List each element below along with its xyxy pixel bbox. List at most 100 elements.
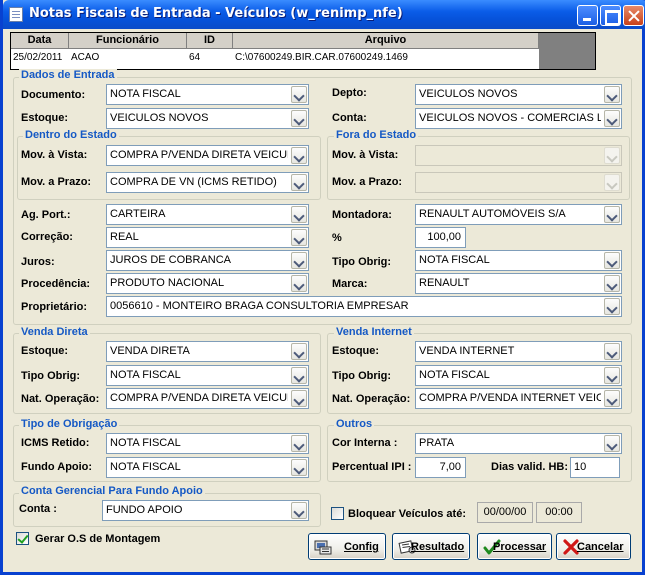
vi-nat-label: Nat. Operação: <box>332 393 411 405</box>
fora-vista-select <box>415 145 622 166</box>
vi-tipo-select[interactable]: NOTA FISCAL <box>415 365 622 386</box>
percentual-ipi-input[interactable]: 7,00 <box>415 457 466 478</box>
chevron-down-icon[interactable] <box>291 502 307 519</box>
fora-vista-label: Mov. à Vista: <box>332 149 399 161</box>
conta-select[interactable]: VEICULOS NOVOS - COMERCIAS LEVES <box>415 108 622 129</box>
title-bar[interactable]: Notas Fiscais de Entrada - Veículos (w_r… <box>3 0 645 29</box>
config-button[interactable]: Config <box>308 533 386 560</box>
vd-tipo-select[interactable]: NOTA FISCAL <box>106 365 309 386</box>
cell-arquivo[interactable]: C:\07600249.BIR.CAR.07600249.1469 <box>233 50 539 66</box>
bloquear-date-input[interactable]: 00/00/00 <box>477 502 533 523</box>
chevron-down-icon <box>604 174 620 191</box>
chevron-down-icon[interactable] <box>291 435 307 452</box>
tipo-obrig-select[interactable]: NOTA FISCAL <box>415 250 622 271</box>
montadora-label: Montadora: <box>332 209 392 221</box>
cor-interna-select[interactable]: PRATA <box>415 433 622 454</box>
chevron-down-icon[interactable] <box>291 229 307 246</box>
cor-interna-label: Cor Interna : <box>332 437 398 449</box>
cell-funcionario[interactable]: ACAO <box>69 50 187 66</box>
juros-select[interactable]: JUROS DE COBRANCA <box>106 250 309 271</box>
chevron-down-icon[interactable] <box>291 343 307 360</box>
vi-nat-select[interactable]: COMPRA P/VENDA INTERNET VEICULOS <box>415 388 622 409</box>
percentual-input[interactable]: 100,00 <box>415 227 466 248</box>
dias-validade-input[interactable]: 10 <box>570 457 620 478</box>
montadora-select[interactable]: RENAULT AUTOMÓVEIS S/A <box>415 204 622 225</box>
gerar-os-checkbox[interactable] <box>16 532 29 545</box>
maximize-button[interactable] <box>600 5 621 26</box>
procedencia-select[interactable]: PRODUTO NACIONAL <box>106 273 309 294</box>
chevron-down-icon[interactable] <box>604 275 620 292</box>
cancelar-label: Cancelar <box>577 541 624 553</box>
column-header-arquivo[interactable]: Arquivo <box>233 33 539 49</box>
chevron-down-icon[interactable] <box>291 459 307 476</box>
juros-label: Juros: <box>21 256 55 268</box>
resultado-button[interactable]: Resultado <box>392 533 470 560</box>
chevron-down-icon[interactable] <box>604 86 620 103</box>
chevron-down-icon[interactable] <box>604 252 620 269</box>
icms-select[interactable]: NOTA FISCAL <box>106 433 309 454</box>
correcao-select[interactable]: REAL <box>106 227 309 248</box>
conta-fundo-label: Conta : <box>19 503 57 515</box>
cell-data[interactable]: 25/02/2011 <box>11 50 69 66</box>
procedencia-label: Procedência: <box>21 278 91 290</box>
tipo-obrigacao-title: Tipo de Obrigação <box>19 418 120 430</box>
proprietario-select[interactable]: 0056610 - MONTEIRO BRAGA CONSULTORIA EMP… <box>106 296 622 317</box>
depto-select[interactable]: VEICULOS NOVOS <box>415 84 622 105</box>
config-label: Config <box>344 541 379 553</box>
chevron-down-icon[interactable] <box>291 86 307 103</box>
chevron-down-icon[interactable] <box>291 174 307 191</box>
chevron-down-icon[interactable] <box>291 206 307 223</box>
cancelar-button[interactable]: Cancelar <box>556 533 631 560</box>
chevron-down-icon[interactable] <box>291 367 307 384</box>
import-grid[interactable]: Data Funcionário ID Arquivo 25/02/2011 A… <box>10 32 596 70</box>
column-header-funcionario[interactable]: Funcionário <box>69 33 187 49</box>
estoque-label: Estoque: <box>21 112 69 124</box>
minimize-button[interactable] <box>577 5 598 26</box>
dentro-vista-select[interactable]: COMPRA P/VENDA DIRETA VEICULOS <box>106 145 309 166</box>
documento-select[interactable]: NOTA FISCAL <box>106 84 309 105</box>
agport-label: Ag. Port.: <box>21 209 71 221</box>
bloquear-time-input[interactable]: 00:00 <box>536 502 582 523</box>
chevron-down-icon[interactable] <box>604 390 620 407</box>
vi-tipo-label: Tipo Obrig: <box>332 370 392 382</box>
column-header-id[interactable]: ID <box>187 33 233 49</box>
chevron-down-icon[interactable] <box>291 252 307 269</box>
dados-entrada-title: Dados de Entrada <box>19 69 117 81</box>
outros-title: Outros <box>334 418 375 430</box>
vd-nat-select[interactable]: COMPRA P/VENDA DIRETA VEICULOS <box>106 388 309 409</box>
chevron-down-icon[interactable] <box>604 435 620 452</box>
estoque-select[interactable]: VEICULOS NOVOS <box>106 108 309 129</box>
chevron-down-icon[interactable] <box>291 390 307 407</box>
chevron-down-icon[interactable] <box>604 110 620 127</box>
chevron-down-icon[interactable] <box>291 110 307 127</box>
cell-id[interactable]: 64 <box>187 50 233 66</box>
vd-nat-label: Nat. Operação: <box>21 393 100 405</box>
chevron-down-icon[interactable] <box>604 206 620 223</box>
dentro-prazo-label: Mov. a Prazo: <box>21 176 92 188</box>
conta-gerencial-title: Conta Gerencial Para Fundo Apoio <box>19 485 205 497</box>
bloquear-checkbox[interactable] <box>331 507 344 520</box>
tipo-obrig-label: Tipo Obrig: <box>332 256 392 268</box>
dentro-prazo-select[interactable]: COMPRA DE VN (ICMS RETIDO) <box>106 172 309 193</box>
chevron-down-icon[interactable] <box>291 275 307 292</box>
chevron-down-icon[interactable] <box>604 343 620 360</box>
vd-estoque-select[interactable]: VENDA DIRETA <box>106 341 309 362</box>
depto-label: Depto: <box>332 87 367 99</box>
chevron-down-icon[interactable] <box>604 298 620 315</box>
fundo-select[interactable]: NOTA FISCAL <box>106 457 309 478</box>
processar-label: Processar <box>493 541 547 553</box>
conta-fundo-select[interactable]: FUNDO APOIO <box>102 500 309 521</box>
app-document-icon <box>9 7 23 22</box>
vi-estoque-select[interactable]: VENDA INTERNET <box>415 341 622 362</box>
agport-select[interactable]: CARTEIRA <box>106 204 309 225</box>
close-button[interactable] <box>623 5 644 26</box>
marca-select[interactable]: RENAULT <box>415 273 622 294</box>
chevron-down-icon[interactable] <box>291 147 307 164</box>
window-title: Notas Fiscais de Entrada - Veículos (w_r… <box>29 6 403 21</box>
vi-estoque-label: Estoque: <box>332 345 380 357</box>
column-header-data[interactable]: Data <box>11 33 69 49</box>
processar-button[interactable]: Processar <box>477 533 552 560</box>
correcao-label: Correção: <box>21 231 73 243</box>
chevron-down-icon[interactable] <box>604 367 620 384</box>
window: Notas Fiscais de Entrada - Veículos (w_r… <box>0 0 645 575</box>
